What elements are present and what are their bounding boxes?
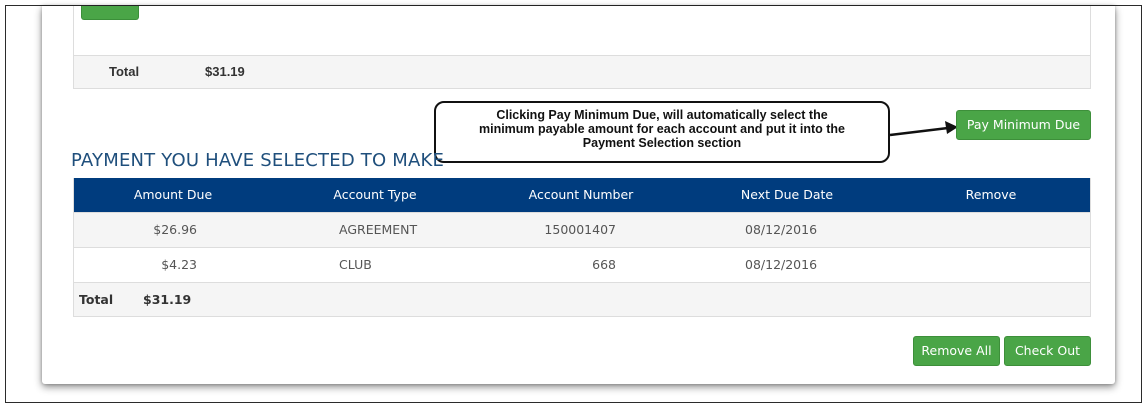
table-header: Amount Due Account Type Account Number N… <box>74 178 1090 212</box>
account-type-cell: CLUB <box>339 257 372 272</box>
pay-minimum-due-button[interactable]: Pay Minimum Due <box>956 110 1091 140</box>
previous-section: Total $31.19 <box>73 6 1091 89</box>
next-due-date-cell: 08/12/2016 <box>745 222 818 237</box>
payment-table: Amount Due Account Type Account Number N… <box>73 178 1091 317</box>
column-header-amount-due: Amount Due <box>133 187 213 202</box>
page-title: PAYMENT YOU HAVE SELECTED TO MAKE <box>71 150 445 171</box>
total-row: Total $31.19 <box>74 282 1090 316</box>
previous-total-label: Total <box>109 64 140 79</box>
total-label: Total <box>79 292 114 307</box>
callout-line: Payment Selection section <box>582 136 742 150</box>
remove-all-button[interactable]: Remove All <box>913 336 1000 366</box>
table-row: $4.23 CLUB 668 08/12/2016 <box>74 247 1090 282</box>
previous-section-body <box>74 6 1090 55</box>
amount-due-cell: $4.23 <box>161 257 197 272</box>
check-out-button[interactable]: Check Out <box>1004 336 1091 366</box>
divider <box>74 55 1090 56</box>
column-header-remove: Remove <box>965 187 1017 202</box>
payment-panel: Total $31.19 Clicking Pay Minimum Due, w… <box>42 6 1115 384</box>
account-type-cell: AGREEMENT <box>339 222 418 237</box>
table-row: $26.96 AGREEMENT 150001407 08/12/2016 <box>74 212 1090 247</box>
previous-section-button[interactable] <box>81 6 139 20</box>
total-value: $31.19 <box>143 292 192 307</box>
column-header-account-number: Account Number <box>528 187 634 202</box>
previous-total-value: $31.19 <box>205 64 245 79</box>
callout-line: minimum payable amount for each account … <box>478 122 845 136</box>
arrow-icon <box>889 121 958 137</box>
column-header-next-due-date: Next Due Date <box>740 187 834 202</box>
column-header-account-type: Account Type <box>333 187 417 202</box>
screenshot-frame: Total $31.19 Clicking Pay Minimum Due, w… <box>5 5 1142 403</box>
callout-line: Clicking Pay Minimum Due, will automatic… <box>496 108 828 122</box>
annotation-callout: Clicking Pay Minimum Due, will automatic… <box>434 101 890 163</box>
amount-due-cell: $26.96 <box>153 222 197 237</box>
account-number-cell: 150001407 <box>544 222 616 237</box>
account-number-cell: 668 <box>592 257 616 272</box>
next-due-date-cell: 08/12/2016 <box>745 257 818 272</box>
